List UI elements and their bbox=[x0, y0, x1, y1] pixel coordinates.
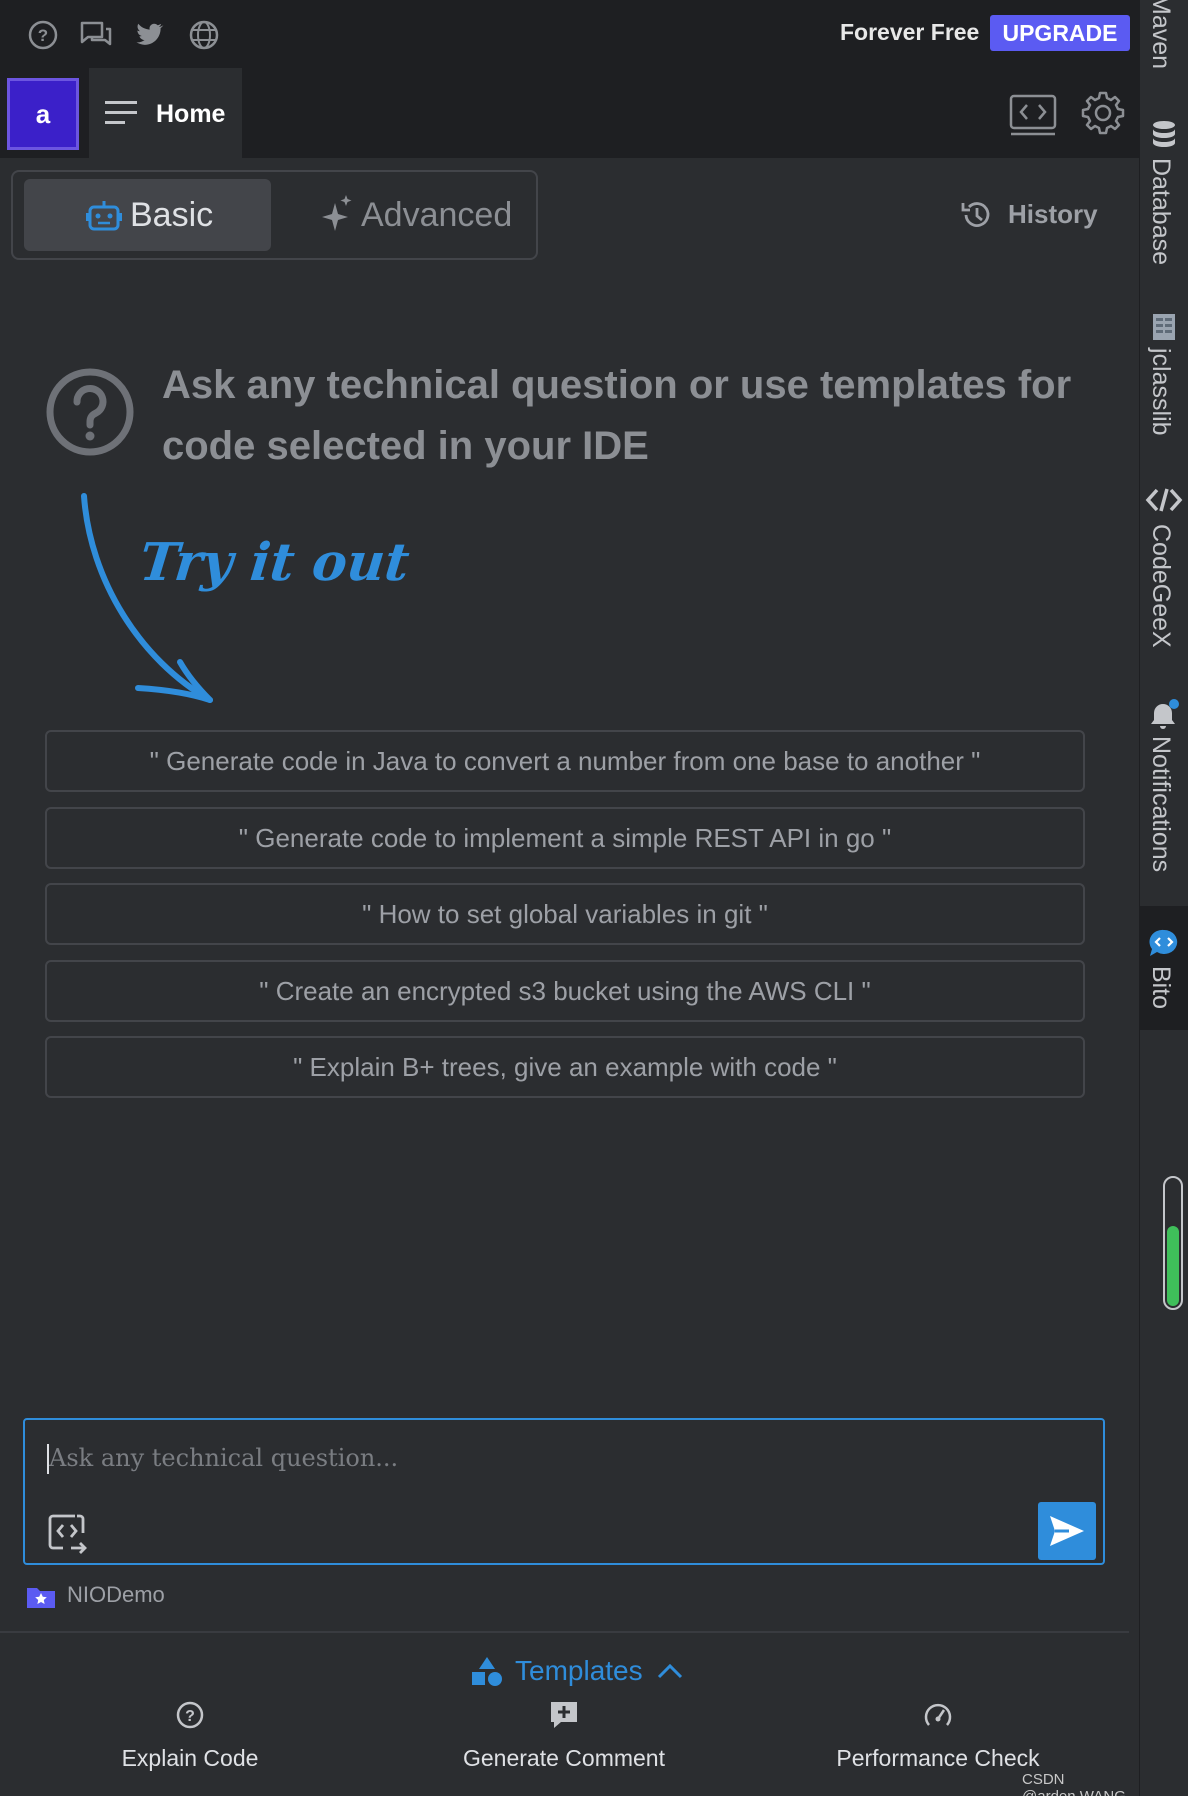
tool-tab-database[interactable]: Database bbox=[1140, 112, 1188, 272]
tool-tab-maven[interactable]: Maven bbox=[1140, 0, 1188, 90]
divider bbox=[0, 1631, 1129, 1633]
tool-tab-codegeex[interactable]: CodeGeeX bbox=[1140, 482, 1188, 662]
suggestion-item[interactable]: " Generate code to implement a simple RE… bbox=[45, 807, 1085, 869]
advanced-mode-label: Advanced bbox=[361, 196, 513, 234]
menu-icon bbox=[105, 101, 137, 124]
avatar[interactable]: a bbox=[7, 78, 79, 150]
question-icon bbox=[46, 368, 134, 456]
upgrade-button[interactable]: UPGRADE bbox=[990, 15, 1130, 51]
mode-toggle: Basic Advanced bbox=[11, 170, 538, 260]
explain-code-button[interactable]: ? Explain Code bbox=[100, 1700, 280, 1780]
tab-row: a Home bbox=[0, 68, 1139, 158]
templates-label: Templates bbox=[515, 1655, 643, 1686]
svg-text:?: ? bbox=[185, 1708, 195, 1725]
memory-indicator-fill bbox=[1167, 1226, 1179, 1306]
jclasslib-icon bbox=[1153, 314, 1175, 340]
basic-mode-label: Basic bbox=[130, 196, 214, 234]
tool-tab-label: Notifications bbox=[1147, 736, 1175, 873]
basic-mode-button[interactable]: Basic bbox=[24, 179, 271, 251]
tool-tab-bito[interactable]: Bito bbox=[1140, 906, 1188, 1030]
project-name: NIODemo bbox=[67, 1582, 165, 1607]
feedback-icon[interactable] bbox=[79, 18, 113, 52]
suggestion-item[interactable]: " How to set global variables in git " bbox=[45, 883, 1085, 945]
watermark: CSDN @arden.WANG bbox=[1022, 1771, 1126, 1796]
question-input[interactable] bbox=[49, 1438, 1029, 1478]
help-icon: ? bbox=[176, 1701, 204, 1729]
send-icon bbox=[1050, 1516, 1084, 1546]
globe-icon[interactable] bbox=[187, 18, 221, 52]
bito-icon bbox=[1149, 929, 1178, 956]
generate-comment-label: Generate Comment bbox=[463, 1745, 665, 1771]
comment-add-icon bbox=[551, 1702, 577, 1728]
history-icon bbox=[961, 202, 990, 227]
database-icon bbox=[1153, 121, 1175, 147]
advanced-mode-button[interactable]: Advanced bbox=[281, 179, 521, 251]
templates-toggle[interactable]: Templates bbox=[470, 1652, 690, 1692]
folder-icon bbox=[27, 1588, 55, 1608]
tool-tab-label: Maven bbox=[1147, 0, 1175, 70]
tool-tab-notifications[interactable]: Notifications bbox=[1140, 696, 1188, 886]
tool-tab-label: jclasslib bbox=[1147, 348, 1175, 436]
gear-icon[interactable] bbox=[1080, 90, 1126, 136]
tool-tab-label: CodeGeeX bbox=[1147, 524, 1175, 648]
code-window-icon[interactable] bbox=[1008, 93, 1058, 137]
memory-indicator[interactable] bbox=[1163, 1176, 1183, 1310]
tool-tab-label: Database bbox=[1147, 158, 1175, 266]
top-strip: ? Forever Free UPGRADE bbox=[0, 0, 1139, 68]
history-button[interactable]: History bbox=[960, 196, 1110, 236]
send-button[interactable] bbox=[1038, 1502, 1096, 1560]
performance-check-button[interactable]: Performance Check bbox=[820, 1700, 1056, 1780]
plan-label: Forever Free bbox=[840, 19, 980, 45]
performance-check-label: Performance Check bbox=[836, 1745, 1040, 1771]
notification-bell-icon bbox=[1151, 699, 1179, 729]
intro-text: Ask any technical question or use templa… bbox=[162, 363, 1072, 468]
insert-code-icon[interactable] bbox=[47, 1512, 89, 1554]
shapes-icon bbox=[472, 1657, 502, 1686]
tab-home-label: Home bbox=[156, 100, 226, 128]
tool-window-bar: Maven Database jclasslib CodeGeeX Notifi… bbox=[1139, 0, 1188, 1796]
suggestion-item[interactable]: " Generate code in Java to convert a num… bbox=[45, 730, 1085, 792]
project-indicator: NIODemo bbox=[25, 1580, 225, 1612]
suggestion-item[interactable]: " Explain B+ trees, give an example with… bbox=[45, 1036, 1085, 1098]
svg-text:?: ? bbox=[38, 26, 48, 45]
robot-icon bbox=[86, 201, 122, 231]
history-label: History bbox=[1008, 199, 1098, 229]
explain-code-label: Explain Code bbox=[121, 1745, 259, 1771]
chevron-up-icon bbox=[657, 1663, 683, 1679]
help-icon[interactable]: ? bbox=[26, 18, 60, 52]
twitter-icon[interactable] bbox=[131, 18, 165, 52]
gauge-icon bbox=[924, 1703, 952, 1726]
tab-home[interactable]: Home bbox=[89, 68, 242, 158]
try-it-out-label: Try it out bbox=[136, 532, 413, 593]
suggestion-item[interactable]: " Create an encrypted s3 bucket using th… bbox=[45, 960, 1085, 1022]
bito-panel: ? Forever Free UPGRADE a Home Basic Adva… bbox=[0, 0, 1139, 1796]
generate-comment-button[interactable]: Generate Comment bbox=[450, 1700, 678, 1780]
tool-tab-jclasslib[interactable]: jclasslib bbox=[1140, 308, 1188, 448]
question-input-box bbox=[23, 1418, 1105, 1565]
codegeex-icon bbox=[1145, 488, 1183, 512]
arrow-icon bbox=[81, 493, 213, 703]
sparkle-icon bbox=[322, 195, 352, 231]
tool-tab-label: Bito bbox=[1147, 966, 1175, 1010]
